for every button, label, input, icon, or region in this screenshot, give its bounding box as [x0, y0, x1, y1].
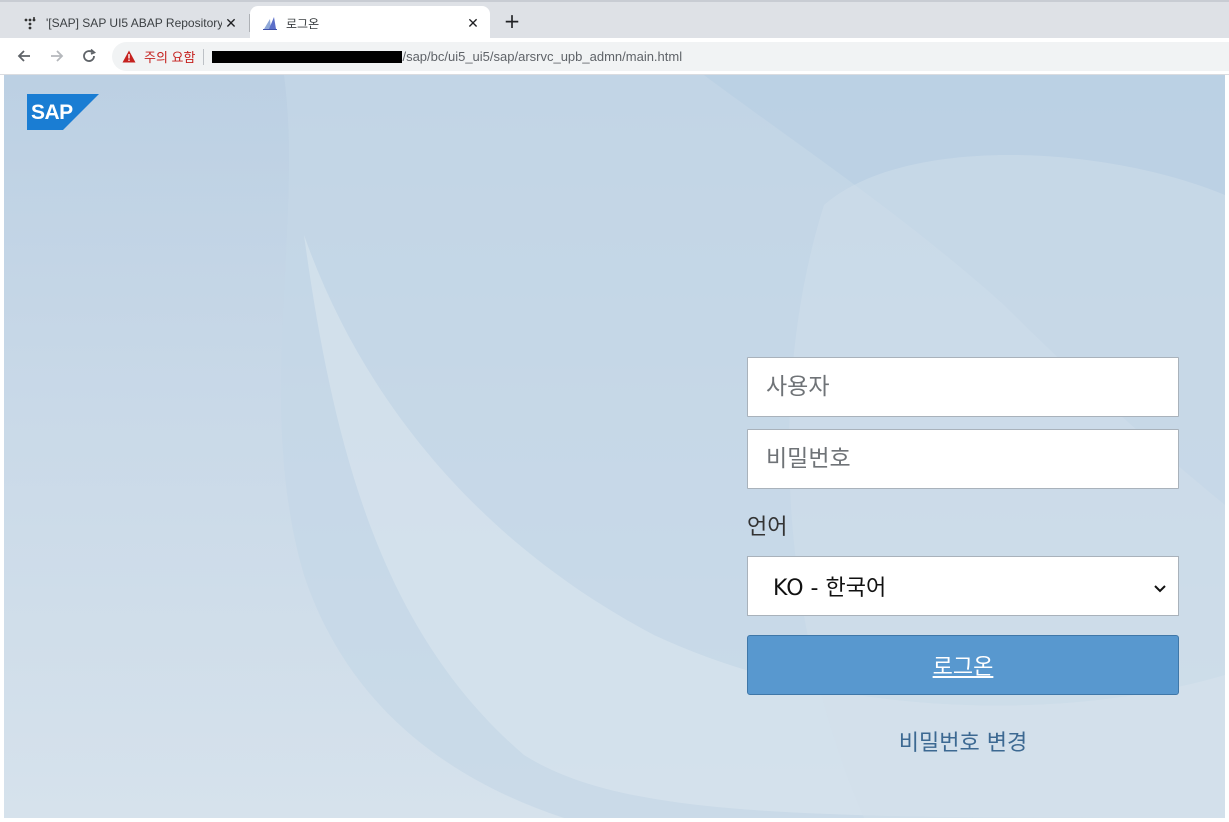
- forward-arrow-icon[interactable]: [45, 44, 69, 68]
- username-input[interactable]: [747, 357, 1179, 417]
- browser-toolbar: 주의 요함 /sap/bc/ui5_ui5/sap/arsrvc_upb_adm…: [0, 38, 1229, 75]
- language-select[interactable]: KO - 한국어: [747, 556, 1179, 616]
- sap-logo: SAP: [27, 94, 99, 130]
- security-warning-text[interactable]: 주의 요함: [144, 47, 195, 66]
- warning-triangle-icon[interactable]: [122, 50, 136, 64]
- url-path[interactable]: /sap/bc/ui5_ui5/sap/arsrvc_upb_admn/main…: [402, 49, 682, 64]
- language-selected-value: KO - 한국어: [773, 576, 887, 601]
- new-tab-button[interactable]: +: [500, 10, 524, 34]
- page-right-border: [1225, 75, 1229, 818]
- address-bar[interactable]: 주의 요함 /sap/bc/ui5_ui5/sap/arsrvc_upb_adm…: [112, 42, 1229, 71]
- close-tab-icon[interactable]: ✕: [464, 15, 482, 32]
- logon-button[interactable]: 로그온: [747, 635, 1179, 695]
- close-tab-icon[interactable]: ✕: [222, 15, 240, 32]
- redacted-hostname: [212, 50, 403, 63]
- language-label: 언어: [747, 515, 788, 540]
- change-password-link[interactable]: 비밀번호 변경: [747, 725, 1179, 757]
- browser-tab-strip: '[SAP] SAP UI5 ABAP Repository ✕ 로그온 ✕ +: [0, 0, 1229, 40]
- tab-sap-ui5-repository[interactable]: '[SAP] SAP UI5 ABAP Repository ✕: [8, 6, 248, 40]
- logon-page: SAP 언어 KO - 한국어 로그온 비밀번호 변경: [4, 75, 1225, 818]
- page-bottom-border: [0, 818, 1229, 822]
- tab-logon[interactable]: 로그온 ✕: [250, 6, 490, 40]
- logon-form: 언어 KO - 한국어 로그온 비밀번호 변경: [747, 357, 1179, 757]
- dots-favicon-icon: [22, 15, 38, 31]
- password-input[interactable]: [747, 429, 1179, 489]
- chevron-down-icon: [1152, 577, 1168, 593]
- back-arrow-icon[interactable]: [12, 44, 36, 68]
- tab-title: 로그온: [286, 16, 320, 31]
- svg-text:SAP: SAP: [31, 101, 73, 124]
- reload-icon[interactable]: [77, 44, 101, 68]
- sap-favicon-icon: [262, 15, 278, 31]
- tab-title: '[SAP] SAP UI5 ABAP Repository: [46, 16, 222, 30]
- address-divider: [203, 48, 205, 65]
